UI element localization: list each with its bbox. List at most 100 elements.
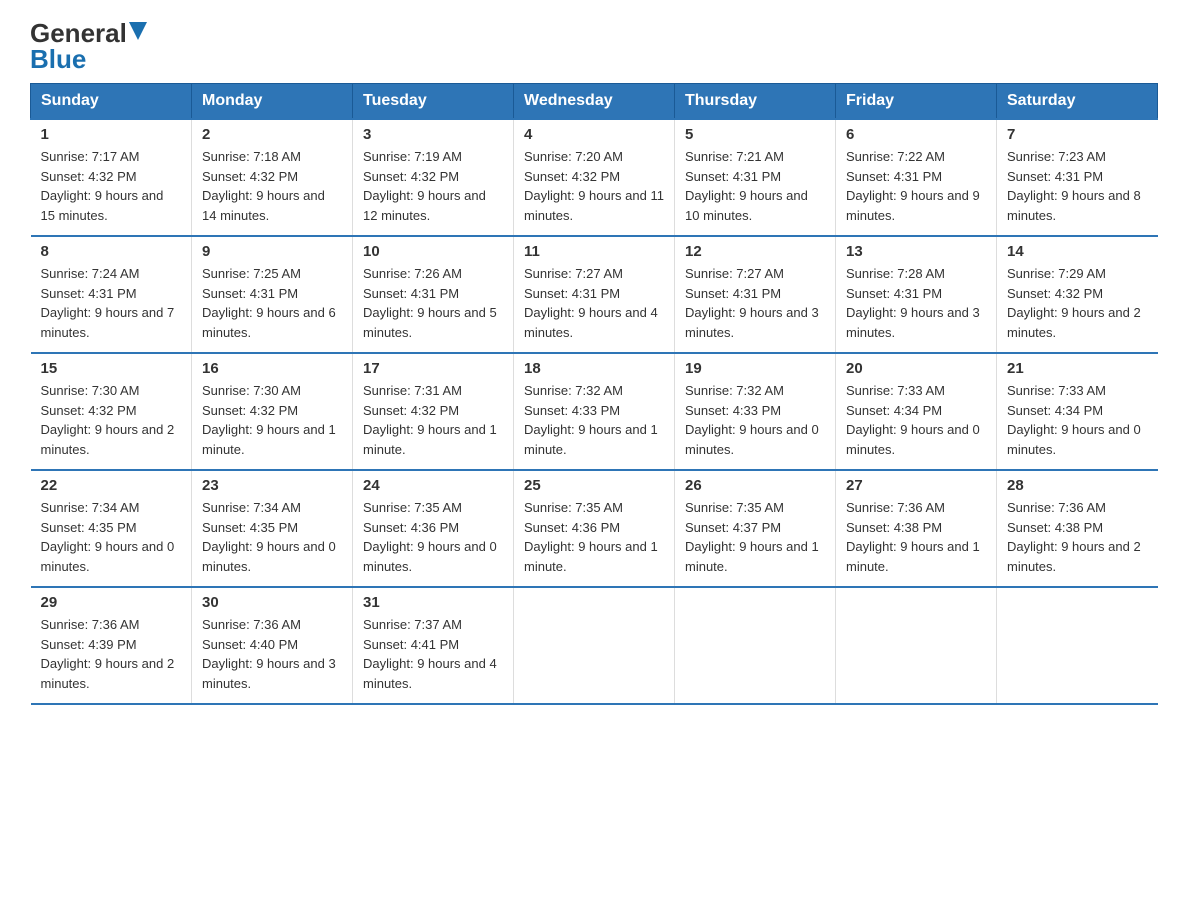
day-number: 20 xyxy=(846,360,986,377)
cell-info: Sunrise: 7:36 AMSunset: 4:39 PMDaylight:… xyxy=(41,615,182,693)
cell-info: Sunrise: 7:18 AMSunset: 4:32 PMDaylight:… xyxy=(202,147,342,225)
cell-info: Sunrise: 7:35 AMSunset: 4:36 PMDaylight:… xyxy=(363,498,503,576)
day-number: 23 xyxy=(202,477,342,494)
day-number: 8 xyxy=(41,243,182,260)
calendar-cell: 23 Sunrise: 7:34 AMSunset: 4:35 PMDaylig… xyxy=(192,470,353,587)
day-number: 18 xyxy=(524,360,664,377)
calendar-week-row: 15 Sunrise: 7:30 AMSunset: 4:32 PMDaylig… xyxy=(31,353,1158,470)
day-number: 13 xyxy=(846,243,986,260)
day-number: 21 xyxy=(1007,360,1148,377)
calendar-cell xyxy=(997,587,1158,704)
header-tuesday: Tuesday xyxy=(353,84,514,120)
day-number: 28 xyxy=(1007,477,1148,494)
day-number: 31 xyxy=(363,594,503,611)
calendar-cell: 12 Sunrise: 7:27 AMSunset: 4:31 PMDaylig… xyxy=(675,236,836,353)
calendar-cell: 15 Sunrise: 7:30 AMSunset: 4:32 PMDaylig… xyxy=(31,353,192,470)
day-number: 26 xyxy=(685,477,825,494)
cell-info: Sunrise: 7:29 AMSunset: 4:32 PMDaylight:… xyxy=(1007,264,1148,342)
calendar-cell: 31 Sunrise: 7:37 AMSunset: 4:41 PMDaylig… xyxy=(353,587,514,704)
calendar-cell xyxy=(836,587,997,704)
cell-info: Sunrise: 7:17 AMSunset: 4:32 PMDaylight:… xyxy=(41,147,182,225)
page-header: General Blue xyxy=(30,20,1158,73)
calendar-cell: 29 Sunrise: 7:36 AMSunset: 4:39 PMDaylig… xyxy=(31,587,192,704)
day-number: 4 xyxy=(524,126,664,143)
calendar-cell: 11 Sunrise: 7:27 AMSunset: 4:31 PMDaylig… xyxy=(514,236,675,353)
day-number: 24 xyxy=(363,477,503,494)
day-number: 30 xyxy=(202,594,342,611)
day-number: 25 xyxy=(524,477,664,494)
header-monday: Monday xyxy=(192,84,353,120)
calendar-cell: 9 Sunrise: 7:25 AMSunset: 4:31 PMDayligh… xyxy=(192,236,353,353)
day-number: 2 xyxy=(202,126,342,143)
calendar-week-row: 29 Sunrise: 7:36 AMSunset: 4:39 PMDaylig… xyxy=(31,587,1158,704)
calendar-cell: 2 Sunrise: 7:18 AMSunset: 4:32 PMDayligh… xyxy=(192,119,353,236)
cell-info: Sunrise: 7:26 AMSunset: 4:31 PMDaylight:… xyxy=(363,264,503,342)
cell-info: Sunrise: 7:34 AMSunset: 4:35 PMDaylight:… xyxy=(41,498,182,576)
calendar-cell: 6 Sunrise: 7:22 AMSunset: 4:31 PMDayligh… xyxy=(836,119,997,236)
calendar-cell: 27 Sunrise: 7:36 AMSunset: 4:38 PMDaylig… xyxy=(836,470,997,587)
calendar-cell: 1 Sunrise: 7:17 AMSunset: 4:32 PMDayligh… xyxy=(31,119,192,236)
calendar-cell: 28 Sunrise: 7:36 AMSunset: 4:38 PMDaylig… xyxy=(997,470,1158,587)
calendar-table: SundayMondayTuesdayWednesdayThursdayFrid… xyxy=(30,83,1158,705)
cell-info: Sunrise: 7:19 AMSunset: 4:32 PMDaylight:… xyxy=(363,147,503,225)
calendar-week-row: 1 Sunrise: 7:17 AMSunset: 4:32 PMDayligh… xyxy=(31,119,1158,236)
cell-info: Sunrise: 7:36 AMSunset: 4:40 PMDaylight:… xyxy=(202,615,342,693)
calendar-cell: 30 Sunrise: 7:36 AMSunset: 4:40 PMDaylig… xyxy=(192,587,353,704)
cell-info: Sunrise: 7:30 AMSunset: 4:32 PMDaylight:… xyxy=(41,381,182,459)
calendar-week-row: 22 Sunrise: 7:34 AMSunset: 4:35 PMDaylig… xyxy=(31,470,1158,587)
cell-info: Sunrise: 7:30 AMSunset: 4:32 PMDaylight:… xyxy=(202,381,342,459)
calendar-header-row: SundayMondayTuesdayWednesdayThursdayFrid… xyxy=(31,84,1158,120)
calendar-cell: 21 Sunrise: 7:33 AMSunset: 4:34 PMDaylig… xyxy=(997,353,1158,470)
day-number: 29 xyxy=(41,594,182,611)
day-number: 15 xyxy=(41,360,182,377)
day-number: 9 xyxy=(202,243,342,260)
calendar-cell: 20 Sunrise: 7:33 AMSunset: 4:34 PMDaylig… xyxy=(836,353,997,470)
cell-info: Sunrise: 7:31 AMSunset: 4:32 PMDaylight:… xyxy=(363,381,503,459)
cell-info: Sunrise: 7:23 AMSunset: 4:31 PMDaylight:… xyxy=(1007,147,1148,225)
header-saturday: Saturday xyxy=(997,84,1158,120)
cell-info: Sunrise: 7:24 AMSunset: 4:31 PMDaylight:… xyxy=(41,264,182,342)
cell-info: Sunrise: 7:35 AMSunset: 4:36 PMDaylight:… xyxy=(524,498,664,576)
calendar-cell: 16 Sunrise: 7:30 AMSunset: 4:32 PMDaylig… xyxy=(192,353,353,470)
calendar-week-row: 8 Sunrise: 7:24 AMSunset: 4:31 PMDayligh… xyxy=(31,236,1158,353)
calendar-cell: 7 Sunrise: 7:23 AMSunset: 4:31 PMDayligh… xyxy=(997,119,1158,236)
calendar-cell: 17 Sunrise: 7:31 AMSunset: 4:32 PMDaylig… xyxy=(353,353,514,470)
calendar-cell: 22 Sunrise: 7:34 AMSunset: 4:35 PMDaylig… xyxy=(31,470,192,587)
calendar-cell: 13 Sunrise: 7:28 AMSunset: 4:31 PMDaylig… xyxy=(836,236,997,353)
header-thursday: Thursday xyxy=(675,84,836,120)
day-number: 1 xyxy=(41,126,182,143)
cell-info: Sunrise: 7:37 AMSunset: 4:41 PMDaylight:… xyxy=(363,615,503,693)
calendar-cell xyxy=(675,587,836,704)
day-number: 11 xyxy=(524,243,664,260)
day-number: 14 xyxy=(1007,243,1148,260)
calendar-cell: 25 Sunrise: 7:35 AMSunset: 4:36 PMDaylig… xyxy=(514,470,675,587)
cell-info: Sunrise: 7:36 AMSunset: 4:38 PMDaylight:… xyxy=(846,498,986,576)
calendar-cell: 18 Sunrise: 7:32 AMSunset: 4:33 PMDaylig… xyxy=(514,353,675,470)
cell-info: Sunrise: 7:33 AMSunset: 4:34 PMDaylight:… xyxy=(1007,381,1148,459)
logo-blue-text: Blue xyxy=(30,44,86,74)
header-wednesday: Wednesday xyxy=(514,84,675,120)
day-number: 27 xyxy=(846,477,986,494)
calendar-cell: 24 Sunrise: 7:35 AMSunset: 4:36 PMDaylig… xyxy=(353,470,514,587)
cell-info: Sunrise: 7:25 AMSunset: 4:31 PMDaylight:… xyxy=(202,264,342,342)
cell-info: Sunrise: 7:36 AMSunset: 4:38 PMDaylight:… xyxy=(1007,498,1148,576)
day-number: 16 xyxy=(202,360,342,377)
day-number: 3 xyxy=(363,126,503,143)
day-number: 17 xyxy=(363,360,503,377)
day-number: 6 xyxy=(846,126,986,143)
day-number: 12 xyxy=(685,243,825,260)
calendar-cell: 10 Sunrise: 7:26 AMSunset: 4:31 PMDaylig… xyxy=(353,236,514,353)
day-number: 5 xyxy=(685,126,825,143)
cell-info: Sunrise: 7:21 AMSunset: 4:31 PMDaylight:… xyxy=(685,147,825,225)
logo: General Blue xyxy=(30,20,147,73)
calendar-cell: 3 Sunrise: 7:19 AMSunset: 4:32 PMDayligh… xyxy=(353,119,514,236)
day-number: 22 xyxy=(41,477,182,494)
day-number: 7 xyxy=(1007,126,1148,143)
logo-general-text: General xyxy=(30,20,127,46)
cell-info: Sunrise: 7:27 AMSunset: 4:31 PMDaylight:… xyxy=(524,264,664,342)
cell-info: Sunrise: 7:27 AMSunset: 4:31 PMDaylight:… xyxy=(685,264,825,342)
calendar-cell: 26 Sunrise: 7:35 AMSunset: 4:37 PMDaylig… xyxy=(675,470,836,587)
cell-info: Sunrise: 7:32 AMSunset: 4:33 PMDaylight:… xyxy=(524,381,664,459)
day-number: 10 xyxy=(363,243,503,260)
cell-info: Sunrise: 7:35 AMSunset: 4:37 PMDaylight:… xyxy=(685,498,825,576)
